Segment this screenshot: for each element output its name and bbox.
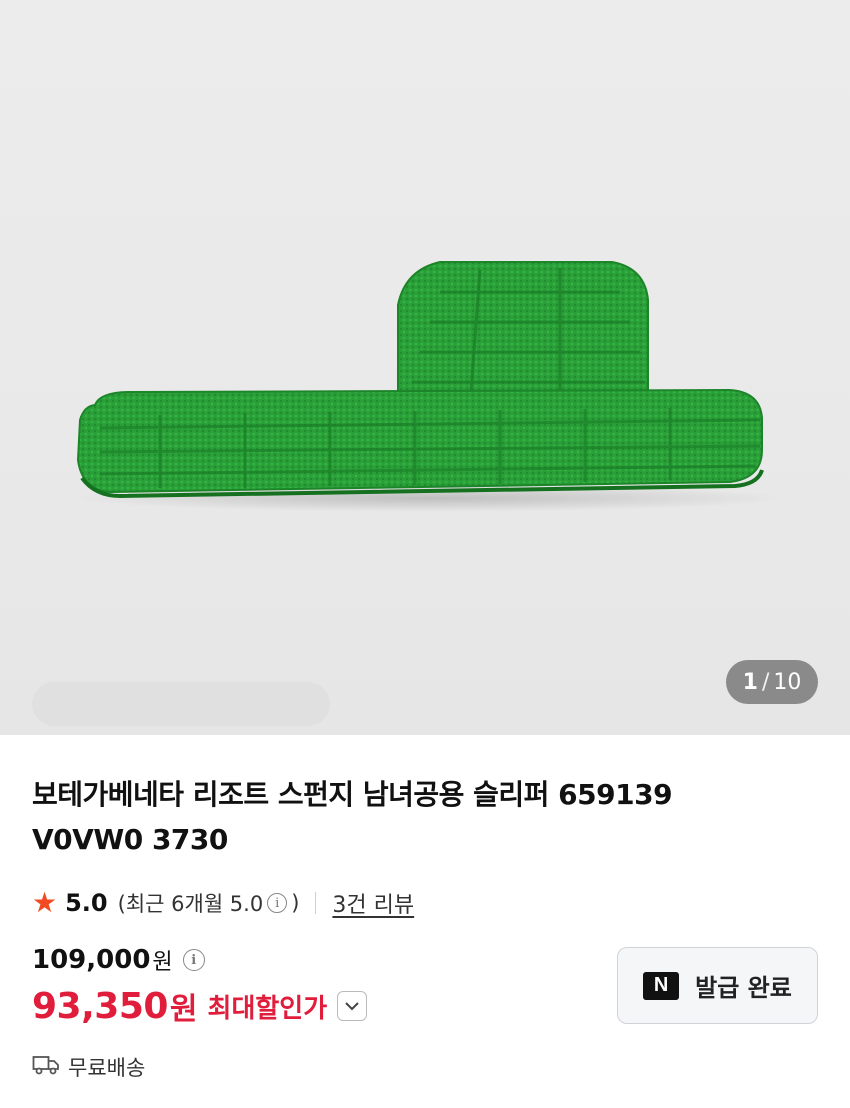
original-price-row: 109,000 원 i [32, 944, 209, 976]
info-icon[interactable]: i [182, 949, 205, 971]
original-price-unit: 원 [152, 950, 173, 975]
image-counter-current: 1 [742, 669, 758, 695]
shipping-label: 무료배송 [68, 1056, 146, 1080]
image-counter: 1 / 10 [726, 660, 818, 704]
product-image [70, 261, 790, 512]
chevron-down-icon[interactable] [337, 991, 368, 1021]
max-discount-label: 최대할인가 [207, 993, 328, 1024]
sale-price: 93,350 [32, 985, 168, 1027]
image-overlay-chip [32, 682, 330, 726]
coupon-issued-button[interactable]: N 발급 완료 [617, 947, 818, 1024]
image-counter-total: 10 [773, 669, 802, 695]
reviews-link[interactable]: 3건 리뷰 [332, 887, 414, 919]
image-counter-separator: / [761, 669, 770, 695]
product-title-line2: V0VW0 3730 [32, 823, 228, 856]
product-title: 보테가베네타 리조트 스펀지 남녀공용 슬리퍼 659139 V0VW0 373… [32, 772, 792, 862]
recent-rating-text: (최근 6개월 5.0 [117, 892, 264, 916]
sale-price-row: 93,350 원 최대할인가 [32, 984, 368, 1028]
recent-rating: (최근 6개월 5.0 i ) [118, 888, 300, 918]
product-title-line1: 보테가베네타 리조트 스펀지 남녀공용 슬리퍼 659139 [32, 778, 673, 811]
rating-score: 5.0 [65, 889, 108, 917]
truck-icon [32, 1054, 60, 1081]
original-price: 109,000 [32, 945, 151, 975]
shipping-row: 무료배송 [32, 1052, 145, 1082]
coupon-button-label: 발급 완료 [695, 974, 792, 1002]
recent-rating-close: ) [291, 891, 300, 915]
info-icon[interactable]: i [267, 893, 288, 913]
naver-n-icon: N [643, 971, 680, 1000]
product-image-gallery[interactable]: 1 / 10 [0, 0, 850, 735]
star-icon: ★ [32, 886, 58, 919]
sale-price-unit: 원 [169, 992, 198, 1027]
divider [315, 892, 317, 914]
rating-row: ★ 5.0 (최근 6개월 5.0 i ) 3건 리뷰 [32, 884, 414, 922]
